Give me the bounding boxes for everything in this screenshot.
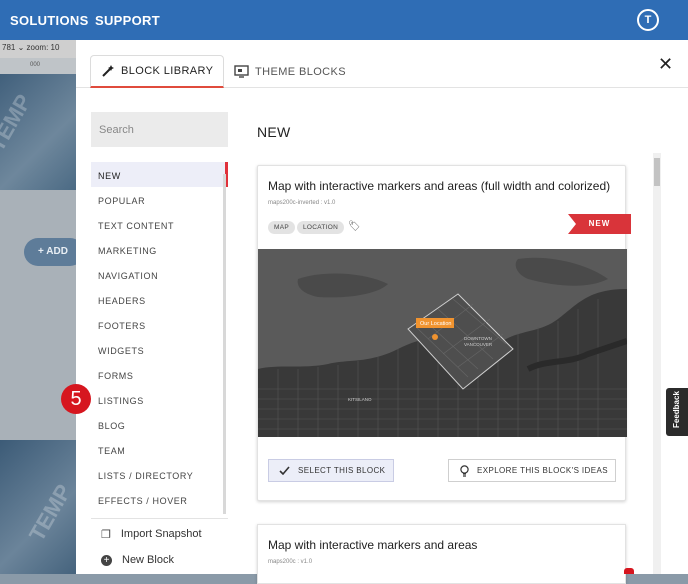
block-library-modal: BLOCK LIBRARY THEME BLOCKS ✕ Search NEW … bbox=[76, 40, 688, 584]
zoom-label: zoom: 10 bbox=[26, 43, 60, 52]
editor-toolbar: 781 ⌄ zoom: 10 bbox=[0, 40, 76, 58]
category-list: NEW POPULAR TEXT CONTENT MARKETING NAVIG… bbox=[91, 162, 228, 520]
tab-block-library[interactable]: BLOCK LIBRARY bbox=[90, 55, 225, 88]
category-new[interactable]: NEW bbox=[91, 162, 228, 187]
results-scrollbar-thumb[interactable] bbox=[654, 158, 660, 186]
check-icon bbox=[279, 466, 290, 475]
top-navigation-bar: SOLUTIONS SUPPORT T bbox=[0, 0, 688, 40]
block-title: Map with interactive markers and areas bbox=[268, 538, 478, 552]
block-title: Map with interactive markers and areas (… bbox=[268, 179, 611, 193]
section-heading: NEW bbox=[257, 124, 291, 140]
map-label-downtown: DOWNTOWN bbox=[464, 336, 492, 341]
feedback-label: Feedback bbox=[672, 391, 681, 428]
category-headers[interactable]: HEADERS bbox=[91, 287, 228, 312]
category-marketing[interactable]: MARKETING bbox=[91, 237, 228, 262]
block-card[interactable]: Map with interactive markers and areas (… bbox=[257, 165, 631, 501]
library-actions: ❐ Import Snapshot + New Block bbox=[91, 518, 228, 571]
select-block-button[interactable]: SELECT THIS BLOCK bbox=[268, 459, 394, 482]
tag-chip[interactable]: LOCATION bbox=[297, 221, 345, 234]
category-text-content[interactable]: TEXT CONTENT bbox=[91, 212, 228, 237]
category-widgets[interactable]: WIDGETS bbox=[91, 337, 228, 362]
chevron-down-icon: ⌄ bbox=[17, 43, 27, 52]
category-popular[interactable]: POPULAR bbox=[91, 187, 228, 212]
step-number-badge: 5 bbox=[61, 384, 91, 414]
category-navigation[interactable]: NAVIGATION bbox=[91, 262, 228, 287]
ribbon-edge bbox=[624, 568, 634, 574]
block-version: maps200c : v1.0 bbox=[268, 559, 313, 565]
search-input[interactable]: Search bbox=[91, 112, 228, 147]
explore-ideas-button[interactable]: EXPLORE THIS BLOCK'S IDEAS bbox=[448, 459, 616, 482]
category-lists-directory[interactable]: LISTS / DIRECTORY bbox=[91, 462, 228, 487]
new-block-button[interactable]: + New Block bbox=[91, 549, 228, 571]
map-label-kitsilano: KITSILANO bbox=[348, 397, 372, 402]
block-card[interactable]: Map with interactive markers and areas m… bbox=[257, 524, 626, 584]
tab-theme-blocks[interactable]: THEME BLOCKS bbox=[224, 55, 356, 88]
tag-chip[interactable]: MAP bbox=[268, 221, 295, 234]
toolbar-value: 781 bbox=[2, 43, 16, 52]
feedback-tab[interactable]: Feedback bbox=[666, 388, 688, 436]
category-blog[interactable]: BLOG bbox=[91, 412, 228, 437]
nav-support[interactable]: SUPPORT bbox=[95, 13, 160, 28]
map-label-vancouver: VANCOUVER bbox=[464, 342, 493, 347]
new-ribbon: NEW bbox=[568, 214, 631, 234]
category-footers[interactable]: FOOTERS bbox=[91, 312, 228, 337]
magic-wand-icon bbox=[102, 65, 114, 77]
map-marker-label: Our Location bbox=[420, 321, 452, 327]
explore-label: EXPLORE THIS BLOCK'S IDEAS bbox=[477, 466, 608, 475]
background-editor: 781 ⌄ zoom: 10 000 TEMP + ADD TEMP bbox=[0, 40, 76, 574]
category-effects-hover[interactable]: EFFECTS / HOVER bbox=[91, 487, 228, 512]
add-block-button[interactable]: + ADD bbox=[24, 238, 76, 266]
theme-blocks-icon bbox=[234, 65, 249, 78]
select-label: SELECT THIS BLOCK bbox=[298, 466, 386, 475]
results-scrollbar-track[interactable] bbox=[653, 153, 661, 574]
nav-solutions[interactable]: SOLUTIONS bbox=[10, 13, 89, 28]
category-forms[interactable]: FORMS bbox=[91, 362, 228, 387]
close-icon[interactable]: ✕ bbox=[658, 55, 673, 73]
category-scrollbar[interactable] bbox=[223, 174, 226, 514]
tab-label: BLOCK LIBRARY bbox=[121, 65, 214, 77]
tag-icon[interactable]: 🏷 bbox=[348, 221, 361, 232]
lightbulb-icon bbox=[460, 464, 469, 477]
plus-circle-icon: + bbox=[101, 554, 112, 566]
block-version: maps200c-inverted : v1.0 bbox=[268, 200, 336, 206]
copy-icon: ❐ bbox=[101, 528, 111, 541]
action-label: Import Snapshot bbox=[120, 528, 202, 540]
map-graphic: Our Location DOWNTOWN VANCOUVER KITSILAN… bbox=[258, 249, 627, 437]
user-avatar[interactable]: T bbox=[637, 9, 659, 31]
import-snapshot-button[interactable]: ❐ Import Snapshot bbox=[91, 523, 228, 545]
action-label: New Block bbox=[122, 554, 174, 566]
tab-label: THEME BLOCKS bbox=[255, 65, 346, 78]
modal-tabs: BLOCK LIBRARY THEME BLOCKS ✕ bbox=[76, 40, 688, 88]
category-team[interactable]: TEAM bbox=[91, 437, 228, 462]
block-preview-map: Our Location DOWNTOWN VANCOUVER KITSILAN… bbox=[258, 249, 627, 437]
category-listings[interactable]: LISTINGS bbox=[91, 387, 228, 412]
ruler-mark: 000 bbox=[30, 62, 41, 68]
editor-ruler: 000 bbox=[0, 58, 76, 74]
